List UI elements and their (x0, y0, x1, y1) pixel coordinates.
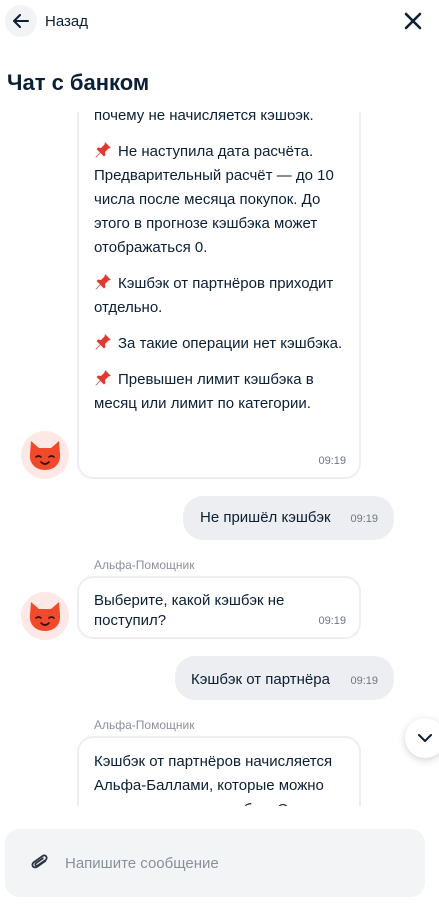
message-text: Превышен лимит кэшбэка в месяц или лимит… (94, 371, 314, 412)
message-text: Кэшбэк от партнёров приходит отдельно. (94, 275, 334, 316)
top-bar: Назад (0, 0, 439, 42)
cat-mascot-icon (29, 441, 61, 470)
sender-name: Альфа-Помощник (94, 718, 195, 732)
scroll-down-button[interactable] (405, 718, 439, 758)
page-title: Чат с банком (7, 70, 150, 95)
message-input[interactable] (65, 854, 385, 872)
message-text: Не наступила дата расчёта. Предварительн… (94, 143, 334, 256)
chat-history[interactable]: почему не начисляется кэшбэк. Не наступи… (0, 112, 439, 806)
chevron-down-icon (418, 733, 432, 742)
incoming-message: почему не начисляется кэшбэк. Не наступи… (77, 112, 361, 479)
avatar (21, 431, 69, 479)
message-text: Кэшбэк от партнёров начисляется Альфа-Ба… (94, 753, 333, 806)
message-time: 09:19 (318, 455, 346, 467)
close-icon (404, 12, 422, 30)
list-item: Превышен лимит кэшбэка в месяц или лимит… (94, 368, 345, 416)
message-time: 09:19 (350, 513, 378, 525)
back-button[interactable]: Назад (5, 5, 88, 37)
outgoing-message: Кэшбэк от партнёра 09:19 (175, 656, 394, 700)
message-time: 09:19 (350, 675, 378, 687)
sender-name: Альфа-Помощник (94, 558, 195, 572)
incoming-message: Выберите, какой кэшбэк не поступил? 09:1… (77, 576, 361, 639)
message-text: Кэшбэк от партнёра (191, 671, 330, 688)
back-label: Назад (45, 12, 88, 30)
message-composer (5, 829, 425, 897)
incoming-message: Кэшбэк от партнёров начисляется Альфа-Ба… (77, 736, 361, 806)
close-button[interactable] (401, 9, 425, 33)
pushpin-icon (95, 370, 111, 386)
avatar (21, 592, 69, 640)
outgoing-message: Не пришёл кэшбэк 09:19 (183, 496, 394, 540)
list-item: Не наступила дата расчёта. Предварительн… (94, 140, 345, 260)
message-text-partial: почему не начисляется кэшбэк. (94, 112, 314, 124)
message-text: За такие операции нет кэшбэка. (118, 335, 343, 352)
message-text: Выберите, какой кэшбэк не поступил? (94, 592, 285, 629)
message-text: Не пришёл кэшбэк (200, 509, 331, 526)
cat-mascot-icon (29, 602, 61, 631)
message-time: 09:19 (318, 615, 346, 627)
list-item: За такие операции нет кэшбэка. (94, 332, 345, 356)
attach-button[interactable] (29, 852, 51, 874)
paperclip-icon (31, 854, 48, 869)
arrow-left-icon (5, 5, 37, 37)
pushpin-icon (95, 274, 111, 290)
pushpin-icon (95, 334, 111, 350)
pushpin-icon (95, 142, 111, 158)
list-item: Кэшбэк от партнёров приходит отдельно. (94, 272, 345, 320)
